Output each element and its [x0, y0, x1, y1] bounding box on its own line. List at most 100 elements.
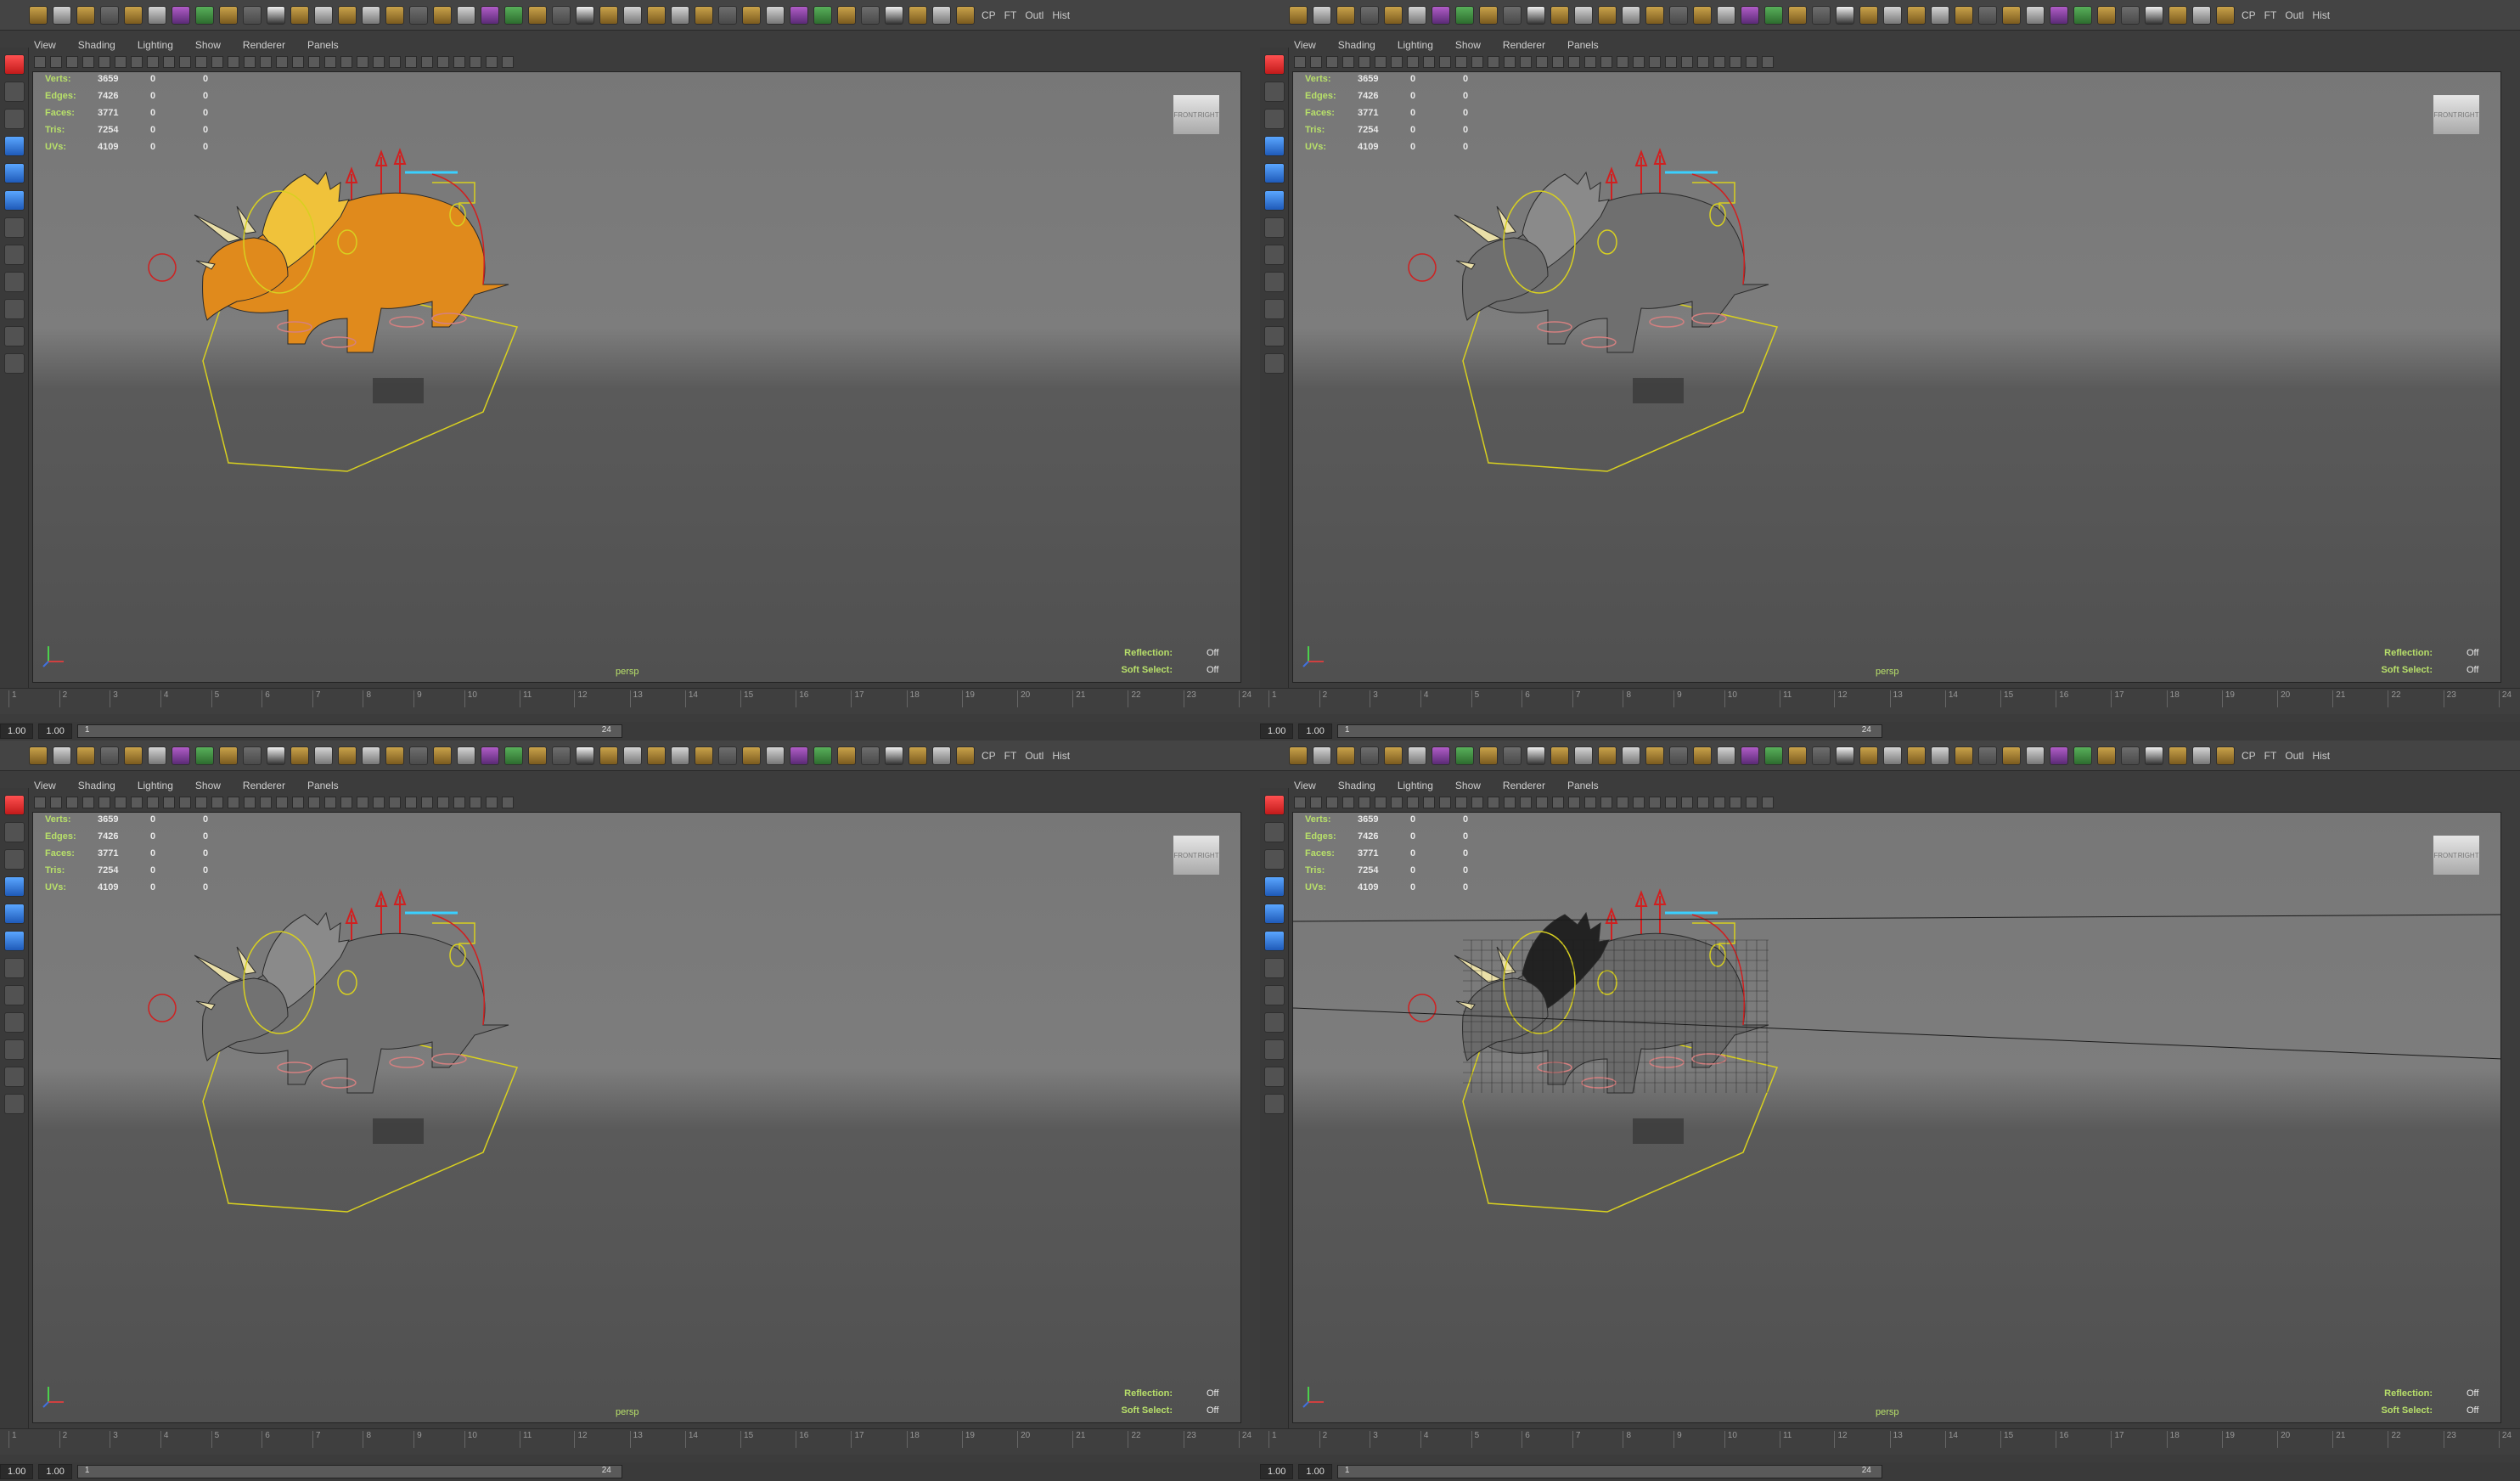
shelf-tool-icon[interactable]	[1336, 746, 1355, 765]
panel-toolbar-button-icon[interactable]	[1713, 797, 1725, 808]
panel-toolbar-button-icon[interactable]	[1649, 797, 1661, 808]
panel-toolbar-button-icon[interactable]	[34, 797, 46, 808]
shelf-tool-icon[interactable]	[1432, 5, 1450, 25]
panel-toolbar-button-icon[interactable]	[1617, 56, 1628, 68]
shelf-tool-icon[interactable]	[1978, 746, 1997, 765]
panel-toolbar-button-icon[interactable]	[131, 56, 143, 68]
panel-menu-show[interactable]: Show	[1455, 780, 1481, 791]
current-time-field[interactable]: 1.00	[1298, 724, 1332, 739]
shelf-tool-icon[interactable]	[148, 746, 166, 765]
shelf-tool-icon[interactable]	[219, 746, 238, 765]
panel-menu-show[interactable]: Show	[195, 780, 221, 791]
layout-two-icon[interactable]	[3, 1012, 25, 1033]
panel-toolbar-button-icon[interactable]	[437, 797, 449, 808]
panel-toolbar-button-icon[interactable]	[1455, 797, 1467, 808]
move-tool-icon[interactable]	[3, 136, 25, 156]
shelf-tool-icon[interactable]	[1550, 746, 1569, 765]
layout-two-icon[interactable]	[3, 272, 25, 292]
panel-toolbar-button-icon[interactable]	[1568, 797, 1580, 808]
paint-select-icon[interactable]	[3, 109, 25, 129]
shelf-tool-icon[interactable]	[1883, 5, 1902, 25]
panel-toolbar-button-icon[interactable]	[502, 797, 514, 808]
layout-four-icon[interactable]	[1263, 245, 1285, 265]
panel-toolbar-button-icon[interactable]	[1713, 56, 1725, 68]
shelf-tool-icon[interactable]	[908, 5, 927, 25]
panel-toolbar-button-icon[interactable]	[292, 56, 304, 68]
panel-menu-lighting[interactable]: Lighting	[138, 39, 173, 51]
panel-toolbar-button-icon[interactable]	[1488, 797, 1499, 808]
view-cube[interactable]: FRONT RIGHT	[2433, 835, 2480, 876]
shelf-tool-icon[interactable]	[76, 5, 95, 25]
shelf-tool-icon[interactable]	[1550, 5, 1569, 25]
panel-toolbar-button-icon[interactable]	[82, 797, 94, 808]
shelf-tool-icon[interactable]	[647, 746, 666, 765]
shelf-tool-icon[interactable]	[1408, 746, 1426, 765]
view-cube[interactable]: FRONT RIGHT	[2433, 94, 2480, 135]
panel-toolbar-button-icon[interactable]	[1665, 797, 1677, 808]
shelf-tool-icon[interactable]	[338, 746, 357, 765]
panel-toolbar-button-icon[interactable]	[1536, 797, 1548, 808]
panel-toolbar-button-icon[interactable]	[1504, 56, 1516, 68]
shelf-tool-icon[interactable]	[385, 746, 404, 765]
time-slider[interactable]: 1 2 3 4 5 6 7 8 9 10 11 12 13 14 15 16 17 18 19 20 21 22 23 24	[1260, 688, 2520, 714]
layout-single-icon[interactable]	[1263, 217, 1285, 238]
panel-toolbar-button-icon[interactable]	[1326, 797, 1338, 808]
panel-toolbar-button-icon[interactable]	[1471, 797, 1483, 808]
shelf-tool-icon[interactable]	[1764, 746, 1783, 765]
shelf-tool-icon[interactable]	[1955, 5, 1973, 25]
shelf-tool-icon[interactable]	[1836, 746, 1854, 765]
viewport[interactable]: Verts: 3659 0 0 Edges: 7426 0 0 Faces: 3771 0 0 Tris…	[32, 812, 1241, 1423]
viewport[interactable]: Verts: 3659 0 0 Edges: 7426 0 0 Faces: 3771 0 0 Tris…	[32, 71, 1241, 683]
shelf-tool-icon[interactable]	[623, 746, 642, 765]
shelf-button-hist[interactable]: Hist	[1050, 750, 1072, 762]
panel-toolbar-button-icon[interactable]	[1358, 797, 1370, 808]
panel-toolbar-button-icon[interactable]	[453, 797, 465, 808]
panel-toolbar-button-icon[interactable]	[195, 797, 207, 808]
layout-graph-icon[interactable]	[1263, 1067, 1285, 1087]
shelf-tool-icon[interactable]	[1574, 746, 1593, 765]
shelf-tool-icon[interactable]	[2192, 5, 2211, 25]
panel-toolbar-button-icon[interactable]	[1342, 797, 1354, 808]
lasso-tool-icon[interactable]	[1263, 82, 1285, 102]
shelf-tool-icon[interactable]	[1883, 746, 1902, 765]
shelf-tool-icon[interactable]	[2168, 5, 2187, 25]
shelf-tool-icon[interactable]	[861, 746, 880, 765]
panel-toolbar-button-icon[interactable]	[502, 56, 514, 68]
shelf-tool-icon[interactable]	[290, 746, 309, 765]
shelf-tool-icon[interactable]	[623, 5, 642, 25]
shelf-tool-icon[interactable]	[1408, 5, 1426, 25]
shelf-tool-icon[interactable]	[1836, 5, 1854, 25]
layout-four-icon[interactable]	[3, 245, 25, 265]
shelf-tool-icon[interactable]	[2121, 5, 2140, 25]
panel-toolbar-button-icon[interactable]	[228, 797, 239, 808]
shelf-tool-icon[interactable]	[552, 5, 571, 25]
layout-single-icon[interactable]	[1263, 958, 1285, 978]
panel-toolbar-button-icon[interactable]	[1439, 797, 1451, 808]
panel-toolbar-button-icon[interactable]	[1584, 797, 1596, 808]
panel-toolbar-button-icon[interactable]	[389, 56, 401, 68]
shelf-tool-icon[interactable]	[53, 5, 71, 25]
shelf-tool-icon[interactable]	[1289, 746, 1308, 765]
time-slider[interactable]: 1 2 3 4 5 6 7 8 9 10 11 12 13 14 15 16 17 18 19 20 21 22 23 24	[0, 1428, 1260, 1455]
shelf-tool-icon[interactable]	[528, 746, 547, 765]
shelf-tool-icon[interactable]	[552, 746, 571, 765]
shelf-button-cp[interactable]: CP	[980, 9, 998, 21]
shelf-tool-icon[interactable]	[2121, 746, 2140, 765]
shelf-tool-icon[interactable]	[1645, 5, 1664, 25]
panel-toolbar-button-icon[interactable]	[1649, 56, 1661, 68]
panel-toolbar-button-icon[interactable]	[486, 56, 498, 68]
shelf-tool-icon[interactable]	[2002, 5, 2021, 25]
layout-hypershade-icon[interactable]	[1263, 353, 1285, 374]
panel-menu-renderer[interactable]: Renderer	[243, 39, 285, 51]
shelf-tool-icon[interactable]	[766, 746, 785, 765]
panel-toolbar-button-icon[interactable]	[470, 56, 481, 68]
panel-menu-panels[interactable]: Panels	[1567, 39, 1599, 51]
shelf-tool-icon[interactable]	[2192, 746, 2211, 765]
panel-toolbar-button-icon[interactable]	[1375, 797, 1387, 808]
panel-menu-shading[interactable]: Shading	[1338, 39, 1375, 51]
panel-toolbar-button-icon[interactable]	[260, 56, 272, 68]
panel-toolbar-button-icon[interactable]	[50, 797, 62, 808]
shelf-tool-icon[interactable]	[2050, 746, 2068, 765]
panel-toolbar-button-icon[interactable]	[260, 797, 272, 808]
shelf-tool-icon[interactable]	[742, 746, 761, 765]
